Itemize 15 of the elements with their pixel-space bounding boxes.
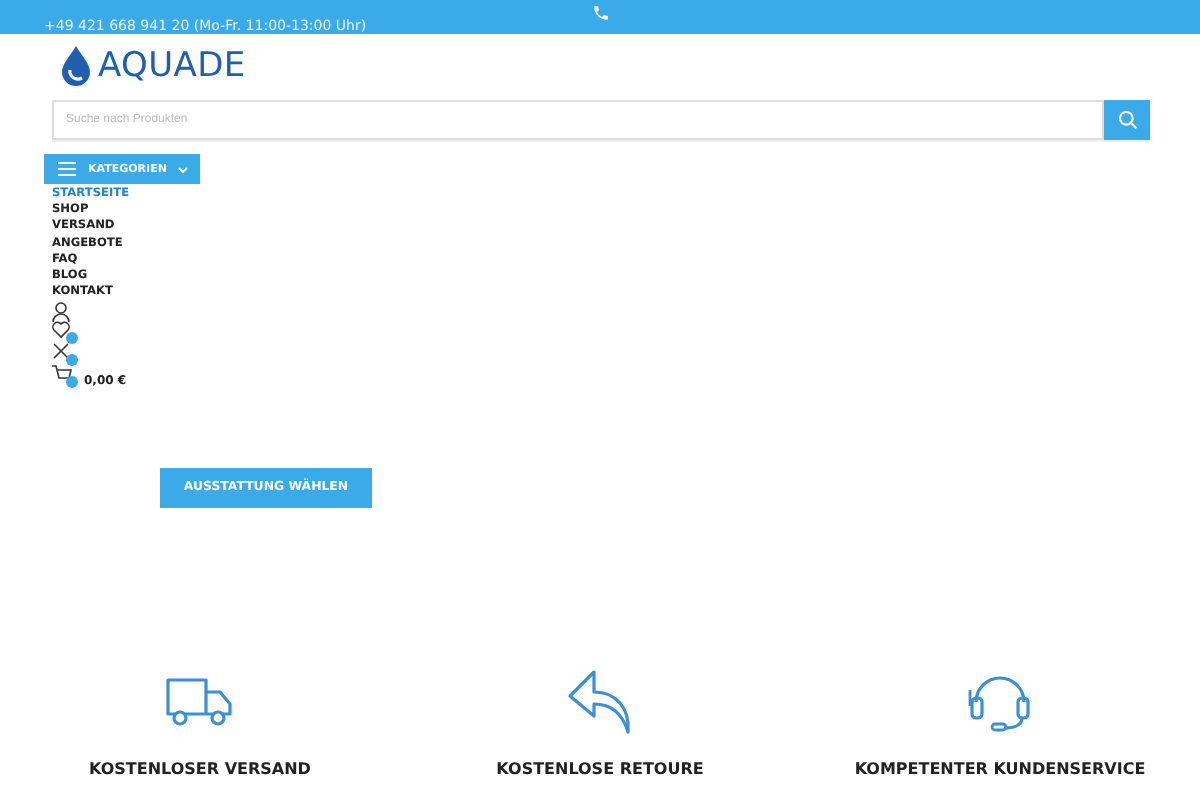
heart-icon[interactable] <box>52 320 78 345</box>
search-icon <box>1117 110 1137 130</box>
user-icon[interactable] <box>52 302 70 323</box>
search-button[interactable] <box>1104 100 1150 140</box>
compare-icon[interactable] <box>52 342 78 367</box>
feature-title: KOSTENLOSER VERSAND <box>89 759 311 778</box>
cart-icon[interactable] <box>52 364 78 389</box>
reply-arrow-icon <box>566 667 634 736</box>
logo-drop-icon <box>60 46 92 86</box>
logo-text[interactable]: AQUADE <box>98 46 246 86</box>
feature-title: KOMPETENTER KUNDENSERVICE <box>854 759 1146 778</box>
caret-icon <box>178 165 189 173</box>
phone-icon <box>591 4 609 22</box>
menu-icon <box>58 162 76 176</box>
feature-title: KOSTENLOSE RETOURE <box>496 759 704 778</box>
